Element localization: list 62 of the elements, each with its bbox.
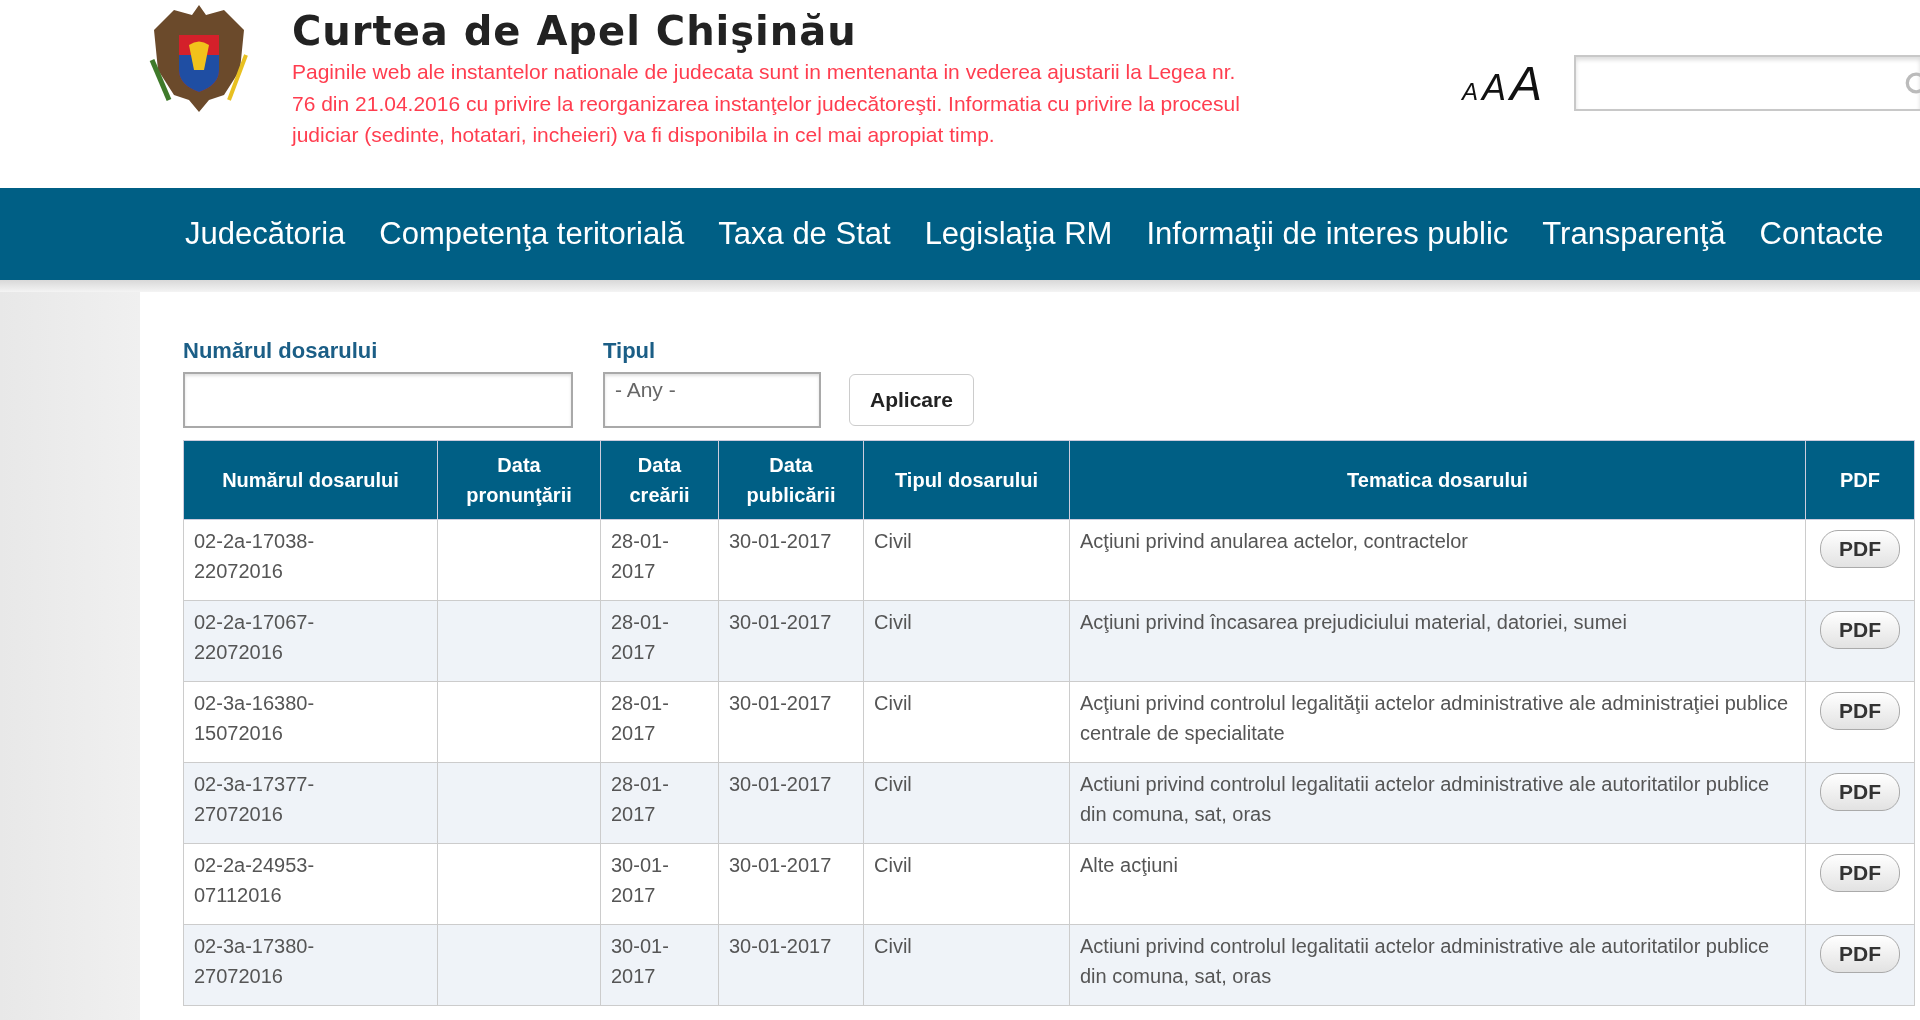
column-header: PDF [1805,440,1915,520]
type-select[interactable]: - Any - [603,372,821,428]
table-cell: 02-3a-16380-15072016 [183,681,438,763]
pdf-button[interactable]: PDF [1820,773,1900,811]
font-size-link[interactable]: A [1461,77,1478,106]
filter-label: Numărul dosarului [183,338,379,364]
nav-link[interactable]: Legislaţia RM [924,216,1113,252]
pdf-button[interactable]: PDF [1820,611,1900,649]
table-cell: Acţiuni privind încasarea prejudiciului material, datoriei, sumei [1069,600,1806,682]
table-cell: Civil [863,843,1070,925]
table-cell: 28-01-2017 [600,519,719,601]
table-cell: 30-01-2017 [718,843,864,925]
pdf-button[interactable]: PDF [1820,854,1900,892]
table-cell: Civil [863,519,1070,601]
nav-link[interactable]: Contacte [1759,216,1884,252]
table-cell: Acţiuni privind controlul legalităţii actelor administrative ale administraţiei publice centrale de specialitate [1069,681,1806,763]
table-cell: 02-3a-17380-27072016 [183,924,438,1006]
table-cell: 30-01-2017 [718,600,864,682]
table-cell: 28-01-2017 [600,762,719,844]
font-size-link[interactable]: A [1510,55,1542,111]
table-cell: 28-01-2017 [600,600,719,682]
pdf-button[interactable]: PDF [1820,935,1900,973]
column-header: Data pronunţării [437,440,601,520]
nav-link[interactable]: Judecătoria [185,216,346,252]
table-cell: 02-2a-24953-07112016 [183,843,438,925]
table-cell: Alte acţiuni [1069,843,1806,925]
site-title: Curtea de Apel Chişinău [292,8,858,54]
table-cell: 02-2a-17067-22072016 [183,600,438,682]
nav-link[interactable]: Transparenţă [1542,216,1726,252]
table-cell: Civil [863,600,1070,682]
table-cell: 28-01-2017 [600,681,719,763]
nav-link[interactable]: Competenţa teritorială [379,216,685,252]
pdf-button[interactable]: PDF [1820,530,1900,568]
column-header: Data publicării [718,440,864,520]
filter-label: Tipul [603,338,657,364]
table-cell: 30-01-2017 [718,924,864,1006]
column-header: Tematica dosarului [1069,440,1806,520]
table-cell: 02-2a-17038-22072016 [183,519,438,601]
table-cell: Civil [863,762,1070,844]
nav-link[interactable]: Taxa de Stat [718,216,891,252]
maintenance-notice: Paginile web ale instantelor nationale de judecata sunt in mentenanta in vederea ajustarii la Legea nr. 76 din 21.04.2016 cu privire la reorganizarea instanţelor judecătoreşti. Informatia cu privire la procesul judiciar (sedinte, hotatari, incheieri) va fi disponibila in cel mai apropiat timp. [292,59,1241,148]
column-header: Tipul dosarului [863,440,1070,520]
case-number-field[interactable] [183,372,573,428]
table-cell: Actiuni privind controlul legalitatii actelor administrative ale autoritatilor publice din comuna, sat, oras [1069,924,1806,1006]
table-cell: Actiuni privind controlul legalitatii actelor administrative ale autoritatilor publice din comuna, sat, oras [1069,762,1806,844]
table-cell: 30-01-2017 [600,843,719,925]
table-cell: Civil [863,681,1070,763]
pdf-button[interactable]: PDF [1820,692,1900,730]
table-cell: 30-01-2017 [718,681,864,763]
column-header: Numărul dosarului [183,440,438,520]
table-cell: Civil [863,924,1070,1006]
search-icon [1904,71,1920,95]
table-cell: 30-01-2017 [600,924,719,1006]
nav-link[interactable]: Informaţii de interes public [1146,216,1509,252]
table-cell: 30-01-2017 [718,519,864,601]
table-cell: 02-3a-17377-27072016 [183,762,438,844]
table-cell: Acţiuni privind anularea actelor, contractelor [1069,519,1806,601]
table-cell: 30-01-2017 [718,762,864,844]
apply-button[interactable]: Aplicare [849,374,974,426]
font-size-link[interactable]: A [1481,66,1506,109]
search-field[interactable] [1574,55,1920,111]
column-header: Data creării [600,440,719,520]
